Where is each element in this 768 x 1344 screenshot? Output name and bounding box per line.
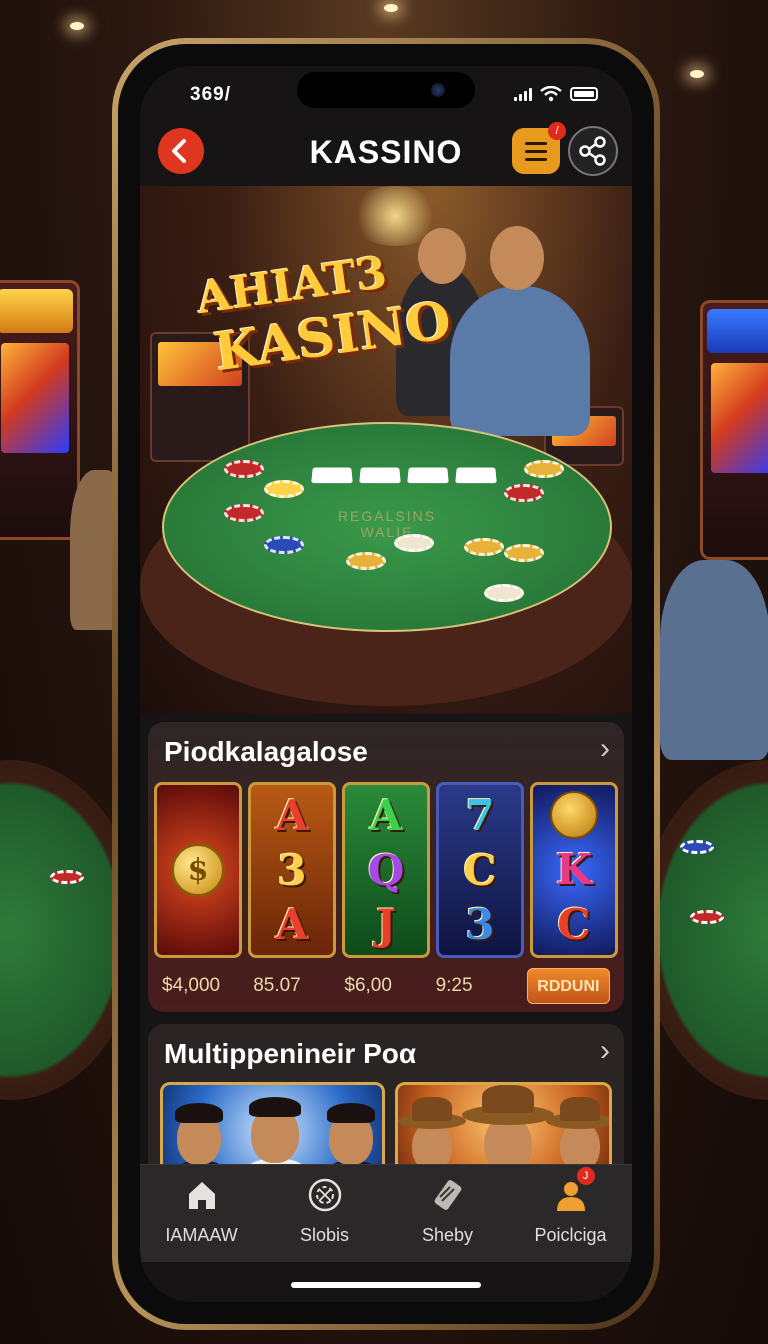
poker-chip bbox=[224, 504, 264, 522]
poker-chip bbox=[484, 584, 524, 602]
slot-game-card[interactable]: K C bbox=[530, 782, 618, 958]
poker-chip bbox=[346, 552, 386, 570]
ceiling-light bbox=[384, 4, 398, 12]
slot-symbol: A bbox=[275, 790, 309, 840]
nav-label: Sheby bbox=[421, 1225, 474, 1245]
nav-item-cards[interactable]: Sheby bbox=[386, 1165, 509, 1262]
felt-text-line2: WALIE bbox=[360, 524, 414, 540]
slot-symbol: C bbox=[557, 900, 591, 949]
battery-icon bbox=[570, 87, 598, 101]
poker-chip bbox=[264, 480, 304, 498]
playing-card bbox=[407, 467, 449, 484]
background-slot-machine bbox=[700, 300, 768, 560]
slot-symbol: K bbox=[555, 845, 593, 894]
slot-symbol: J bbox=[376, 900, 396, 950]
hero-banner[interactable]: AHIAT3 KASINO REGALSINS WALIE bbox=[140, 186, 632, 714]
mask-icon bbox=[550, 791, 598, 839]
playing-card bbox=[455, 467, 497, 484]
slot-symbol: A bbox=[369, 790, 403, 840]
background-player bbox=[660, 560, 768, 760]
poker-chip bbox=[224, 460, 264, 478]
slots-section: Piodkalagalose › $ A 3 A A Q J 7 C 3 K C… bbox=[148, 722, 624, 1012]
nav-item-slots[interactable]: Slobis bbox=[263, 1165, 386, 1262]
slot-price: $4,000 bbox=[162, 975, 221, 996]
slots-row: $ A 3 A A Q J 7 C 3 K C bbox=[154, 782, 618, 958]
card-icon bbox=[428, 1175, 468, 1215]
poker-table-felt: REGALSINS WALIE bbox=[162, 422, 612, 632]
multiplayer-section-title: Multippenineir Poα bbox=[164, 1038, 417, 1069]
phone-frame: 369/ KASSINO / AHIAT3 KASINO REGALSINS W… bbox=[112, 38, 660, 1330]
poker-chip bbox=[464, 538, 504, 556]
camera-icon bbox=[431, 83, 445, 97]
status-bar: 369/ bbox=[140, 66, 632, 122]
slot-symbol: C bbox=[463, 845, 497, 895]
slot-price: 9:25 bbox=[435, 975, 473, 996]
share-button[interactable] bbox=[568, 126, 618, 176]
slot-symbol: 7 bbox=[465, 790, 495, 840]
app-screen: 369/ KASSINO / AHIAT3 KASINO REGALSINS W… bbox=[140, 66, 632, 1302]
poker-chip bbox=[504, 544, 544, 562]
share-icon bbox=[579, 136, 606, 166]
slot-game-card[interactable]: A Q J bbox=[342, 782, 430, 958]
nav-label: Slobis bbox=[299, 1225, 350, 1245]
dynamic-island bbox=[297, 72, 475, 108]
ceiling-light bbox=[690, 70, 704, 78]
wifi-icon bbox=[540, 86, 562, 102]
hero-player-right-head bbox=[490, 226, 544, 290]
chevron-right-icon[interactable]: › bbox=[600, 734, 610, 764]
home-indicator[interactable] bbox=[291, 1282, 481, 1288]
slot-game-card[interactable]: $ bbox=[154, 782, 242, 958]
playing-card bbox=[311, 467, 353, 484]
nav-label: Poiclciga bbox=[534, 1225, 607, 1245]
background-chip bbox=[690, 910, 724, 924]
ceiling-light bbox=[70, 22, 84, 30]
poker-chip bbox=[264, 536, 304, 554]
background-slot-machine bbox=[0, 280, 80, 540]
menu-badge: / bbox=[548, 122, 566, 140]
slot-symbol: Q bbox=[367, 845, 405, 895]
slot-symbol: 3 bbox=[277, 845, 307, 895]
slots-section-title: Piodkalagalose bbox=[164, 736, 368, 767]
slot-prices: $4,000 85.07 $6,00 9:25 RDDUNI bbox=[162, 966, 611, 1006]
background-chip bbox=[680, 840, 714, 854]
slot-symbol: A bbox=[275, 900, 309, 950]
slot-price: 85.07 bbox=[253, 975, 301, 996]
coin-icon: $ bbox=[171, 843, 225, 897]
chip-icon bbox=[305, 1175, 345, 1215]
slot-symbol: 3 bbox=[465, 900, 495, 950]
nav-item-profile[interactable]: J Poiclciga bbox=[509, 1165, 632, 1262]
list-icon bbox=[525, 141, 547, 145]
nav-label: IAMAAW bbox=[165, 1225, 238, 1245]
profile-badge: J bbox=[576, 1167, 595, 1185]
signal-icon bbox=[514, 87, 532, 101]
chevron-right-icon[interactable]: › bbox=[600, 1036, 610, 1066]
nav-item-home[interactable]: IAMAAW bbox=[140, 1165, 263, 1262]
poker-chip bbox=[504, 484, 544, 502]
slot-game-card[interactable]: 7 C 3 bbox=[436, 782, 524, 958]
playing-card bbox=[359, 467, 401, 484]
status-time: 369/ bbox=[190, 84, 231, 105]
bottom-nav: IAMAAW Slobis Sheby J Poiclciga bbox=[140, 1164, 632, 1262]
slot-game-card[interactable]: A 3 A bbox=[248, 782, 336, 958]
cta-button[interactable]: RDDUNI bbox=[526, 968, 611, 1004]
slot-price: $6,00 bbox=[344, 975, 392, 996]
home-icon bbox=[182, 1175, 222, 1215]
poker-chip bbox=[394, 534, 434, 552]
menu-button[interactable]: / bbox=[512, 122, 566, 174]
app-header: KASSINO / bbox=[140, 122, 632, 186]
poker-chip bbox=[524, 460, 564, 478]
hero-player-right bbox=[450, 286, 590, 436]
background-chip bbox=[50, 870, 84, 884]
